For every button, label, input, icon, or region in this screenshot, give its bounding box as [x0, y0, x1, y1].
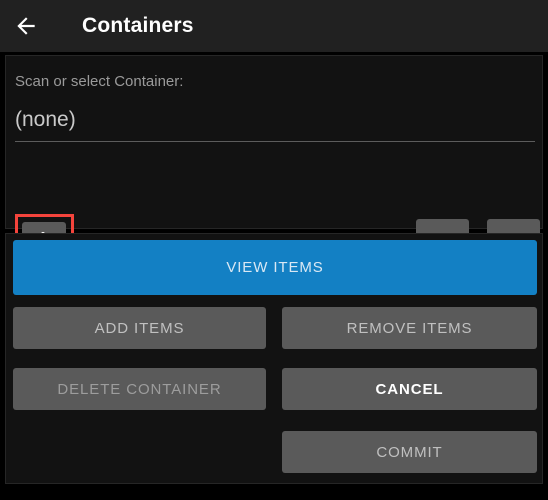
- action-buttons-panel: VIEW ITEMS ADD ITEMS REMOVE ITEMS DELETE…: [5, 233, 543, 484]
- container-field[interactable]: (none): [15, 108, 535, 142]
- container-value: (none): [15, 108, 76, 131]
- app-root: Containers Scan or select Container: (no…: [0, 0, 548, 500]
- delete-container-button[interactable]: DELETE CONTAINER: [13, 368, 266, 410]
- field-underline: [15, 141, 535, 142]
- title-bar: Containers: [0, 0, 548, 52]
- commit-button[interactable]: COMMIT: [282, 431, 537, 473]
- add-items-button[interactable]: ADD ITEMS: [13, 307, 266, 349]
- remove-items-button[interactable]: REMOVE ITEMS: [282, 307, 537, 349]
- view-items-button[interactable]: VIEW ITEMS: [13, 240, 537, 295]
- cancel-button[interactable]: CANCEL: [282, 368, 537, 410]
- selector-label: Scan or select Container:: [15, 73, 184, 90]
- back-button[interactable]: [0, 0, 52, 52]
- arrow-left-icon: [13, 13, 39, 39]
- page-title: Containers: [82, 14, 194, 37]
- container-selector-panel: Scan or select Container: (none): [5, 55, 543, 278]
